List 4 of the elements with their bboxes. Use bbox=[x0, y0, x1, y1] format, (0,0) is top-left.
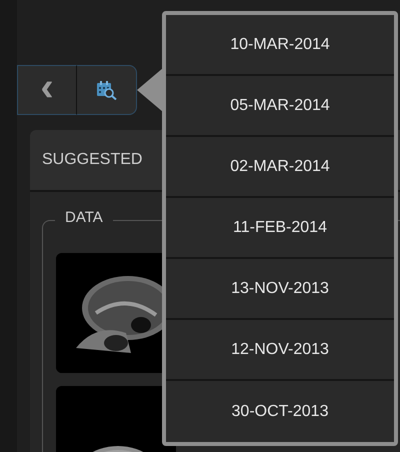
back-button[interactable]: ‹ bbox=[17, 65, 77, 115]
calendar-search-button[interactable] bbox=[77, 65, 137, 115]
panel-title: SUGGESTED bbox=[42, 151, 142, 169]
calendar-search-icon bbox=[96, 80, 118, 100]
